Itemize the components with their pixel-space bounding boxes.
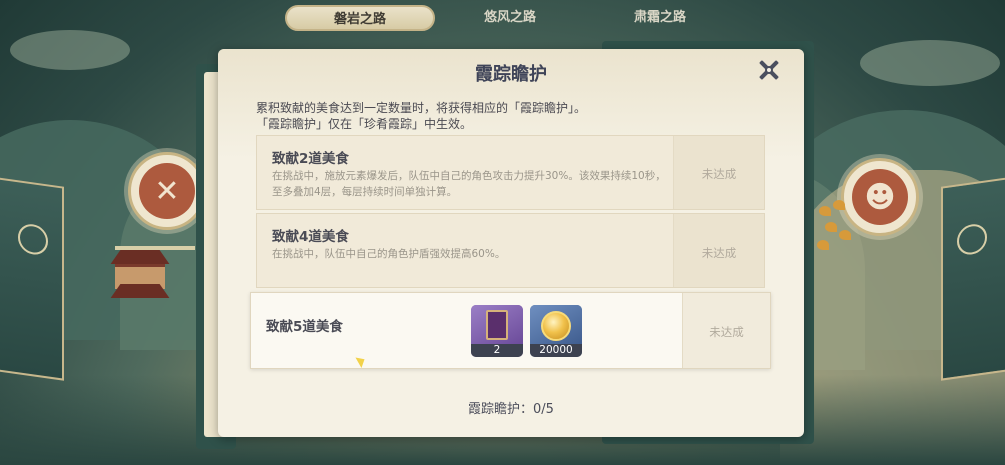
ginkgo-tree-icon bbox=[815, 200, 855, 260]
pavilion-icon bbox=[105, 250, 175, 302]
reward-count: 20000 bbox=[530, 344, 582, 357]
blessing-progress: 霞踪瞻护：0/5 bbox=[468, 402, 554, 417]
close-button[interactable] bbox=[758, 59, 780, 81]
blessing-dialog: 霞踪瞻护 累积致献的美食达到一定数量时，将获得相应的「霞踪瞻护」。 「霞踪瞻护」… bbox=[218, 49, 804, 437]
reward-item[interactable]: 20000 bbox=[530, 305, 582, 357]
gem-icon bbox=[957, 222, 987, 257]
tier-status: 未达成 bbox=[709, 325, 744, 339]
right-route-card[interactable] bbox=[941, 169, 1005, 381]
crossed-swords-emblem-icon[interactable]: ✕ bbox=[128, 152, 206, 230]
blessing-tier-4: 致献4道美食 在挑战中，队伍中自己的角色护盾强效提高60%。 未达成 bbox=[256, 213, 765, 288]
route-tabs: 磐岩之路 悠风之路 肃霜之路 bbox=[285, 5, 735, 31]
dialog-title: 霞踪瞻护 bbox=[475, 64, 547, 85]
reward-item[interactable]: 2 bbox=[471, 305, 523, 357]
tier-name: 致献5道美食 bbox=[266, 319, 343, 335]
mora-coin-icon bbox=[541, 311, 571, 341]
close-icon bbox=[765, 66, 773, 74]
tab-wind-road[interactable]: 悠风之路 bbox=[435, 5, 585, 31]
tier-name: 致献2道美食 bbox=[272, 151, 349, 167]
cloud bbox=[10, 30, 130, 70]
blessing-tier-2: 致献2道美食 在挑战中，施放元素爆发后，队伍中自己的角色攻击力提升30%。该效果… bbox=[256, 135, 765, 210]
tier-status: 未达成 bbox=[701, 246, 737, 260]
description-line: 累积致献的美食达到一定数量时，将获得相应的「霞踪瞻护」。 bbox=[256, 101, 587, 115]
tier-effect: 在挑战中，队伍中自己的角色护盾强效提高60%。 bbox=[272, 248, 506, 260]
blessing-tier-5: 致献5道美食 2 20000 未达成 bbox=[250, 292, 771, 369]
description-line: 「霞踪瞻护」仅在「珍肴霞踪」中生效。 bbox=[256, 117, 473, 131]
dialog-description: 累积致献的美食达到一定数量时，将获得相应的「霞踪瞻护」。 「霞踪瞻护」仅在「珍肴… bbox=[256, 100, 776, 132]
reward-count: 2 bbox=[471, 344, 523, 357]
tier-status: 未达成 bbox=[701, 167, 737, 181]
cloud bbox=[860, 40, 1000, 86]
tier-effect: 在挑战中，施放元素爆发后，队伍中自己的角色攻击力提升30%。该效果持续10秒，至… bbox=[272, 170, 666, 198]
tier-name: 致献4道美食 bbox=[272, 229, 349, 245]
purple-book-icon bbox=[486, 310, 508, 340]
left-route-card[interactable] bbox=[0, 169, 64, 381]
tab-rock-road[interactable]: 磐岩之路 bbox=[285, 5, 435, 31]
tab-frost-road[interactable]: 肃霜之路 bbox=[585, 5, 735, 31]
gem-icon bbox=[18, 222, 48, 257]
